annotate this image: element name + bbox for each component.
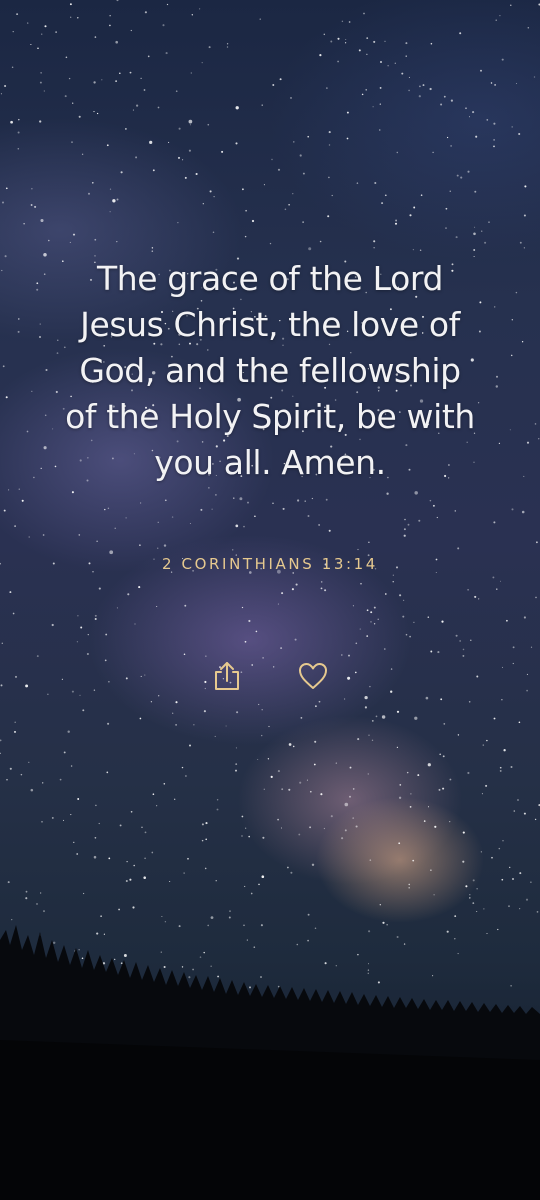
action-bar — [0, 656, 540, 696]
verse-text: The grace of the Lord Jesus Christ, the … — [30, 256, 510, 486]
heart-icon — [299, 663, 327, 689]
treeline-silhouette — [0, 925, 540, 1200]
verse-reference: 2 CORINTHIANS 13:14 — [162, 555, 378, 573]
verse-screen: The grace of the Lord Jesus Christ, the … — [0, 0, 540, 1200]
verse-line: God, and the fellowship — [79, 351, 461, 390]
like-button[interactable] — [293, 656, 333, 696]
verse-line: Jesus Christ, the love of — [80, 305, 460, 344]
share-button[interactable] — [207, 656, 247, 696]
verse-line: you all. Amen. — [154, 443, 386, 482]
share-icon — [215, 662, 239, 690]
verse-line: of the Holy Spirit, be with — [65, 397, 475, 436]
verse-line: The grace of the Lord — [96, 259, 443, 298]
